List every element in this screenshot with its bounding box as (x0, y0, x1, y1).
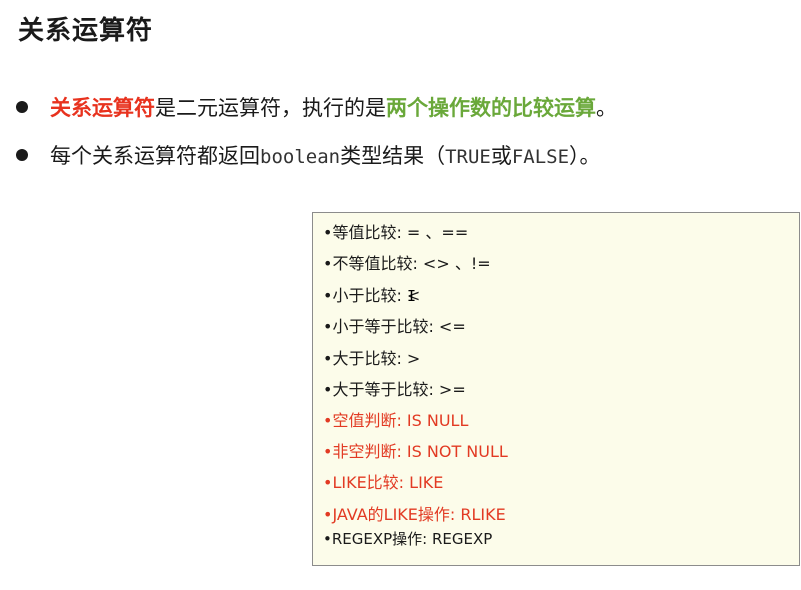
bullet2-or: 或 (490, 144, 512, 168)
note-box: •等值比较: = 、== •不等值比较: <> 、!= •小于比较: < •小于… (312, 212, 800, 566)
bullet2-code-boolean: boolean (260, 146, 341, 168)
note-item-is-not-null: •非空判断: IS NOT NULL (323, 442, 508, 461)
note-item-is-null: •空值判断: IS NULL (323, 411, 469, 430)
bullet2-text-2: 类型结果（ (340, 144, 446, 168)
note-item-greater: •大于比较: > (323, 349, 421, 368)
bullet1-text: 是二元运算符，执行的是 (155, 96, 386, 120)
text-cursor-icon: I (407, 287, 417, 305)
bullet1-green-text: 两个操作数的比较运算 (386, 96, 596, 120)
bullet2-code-false: FALSE (511, 146, 570, 168)
bullet1-end: 。 (596, 96, 617, 120)
page-title: 关系运算符 (18, 16, 154, 46)
slide: 关系运算符 关系运算符是二元运算符，执行的是两个操作数的比较运算。 每个关系运算… (0, 0, 801, 590)
bullet-item-1: 关系运算符是二元运算符，执行的是两个操作数的比较运算。 (16, 92, 617, 122)
note-item-not-equal: •不等值比较: <> 、!= (323, 254, 491, 273)
note-item-less-equal: •小于等于比较: <= (323, 317, 466, 336)
note-item-greater-equal: •大于等于比较: >= (323, 380, 466, 399)
bullet-dot-icon (16, 101, 28, 113)
note-item-regexp: •REGEXP操作: REGEXP (323, 530, 493, 548)
note-item-like: •LIKE比较: LIKE (323, 473, 444, 492)
bullet2-end: ）。 (569, 144, 601, 168)
bullet-dot-icon (16, 149, 28, 161)
note-item-less: •小于比较: < (323, 286, 421, 305)
bullet2-code-true: TRUE (445, 146, 491, 168)
bullet2-text: 每个关系运算符都返回 (50, 144, 260, 168)
bullet1-highlight: 关系运算符 (50, 96, 155, 120)
bullet-item-2: 每个关系运算符都返回boolean类型结果（TRUE或FALSE）。 (16, 140, 601, 170)
note-item-rlike: •JAVA的LIKE操作: RLIKE (323, 505, 506, 524)
note-item-equal: •等值比较: = 、== (323, 223, 469, 242)
